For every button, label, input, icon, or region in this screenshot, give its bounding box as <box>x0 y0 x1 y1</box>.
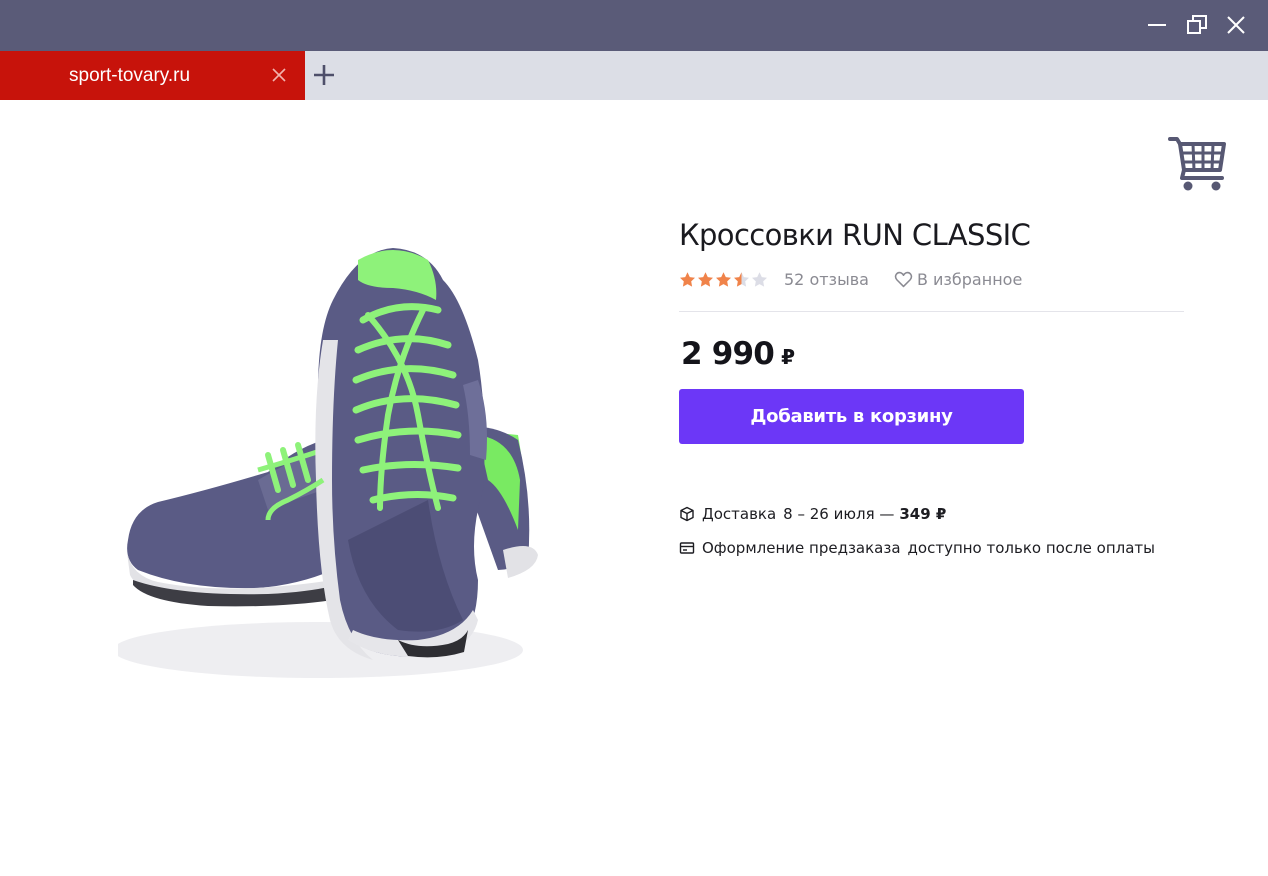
star-icon <box>716 271 731 287</box>
restore-button[interactable] <box>1182 10 1212 40</box>
add-to-cart-button[interactable]: Добавить в корзину <box>679 389 1024 444</box>
delivery-dates: 8 – 26 июля — <box>783 505 895 523</box>
rating-stars <box>679 271 769 288</box>
minimize-button[interactable] <box>1142 10 1172 40</box>
product-image <box>118 248 538 678</box>
add-to-favorites-link[interactable]: В избранное <box>894 270 1022 289</box>
delivery-cost: 349 ₽ <box>899 505 947 523</box>
tab-close-button[interactable] <box>269 65 289 85</box>
price-currency: ₽ <box>781 345 795 369</box>
heart-icon <box>894 271 913 287</box>
new-tab-button[interactable] <box>311 62 337 88</box>
delivery-info: Доставка 8 – 26 июля — 349 ₽ <box>679 503 946 525</box>
restore-icon <box>1187 15 1207 34</box>
star-icon <box>680 271 695 287</box>
rating-row: 52 отзыва В избранное <box>679 268 1022 290</box>
close-window-button[interactable] <box>1221 10 1251 40</box>
product-title: Кроссовки RUN CLASSIC <box>679 218 1031 252</box>
star-icon <box>734 271 749 287</box>
shopping-cart-icon <box>1168 137 1226 191</box>
minimize-icon <box>1148 24 1166 26</box>
reviews-link[interactable]: 52 отзыва <box>784 270 869 289</box>
tab-close-icon <box>272 68 286 82</box>
price-value: 2 990 <box>681 336 775 372</box>
delivery-label: Доставка <box>702 505 777 523</box>
close-icon <box>1227 16 1245 34</box>
tab-sport-tovary[interactable]: sport-tovary.ru <box>0 51 305 100</box>
price: 2 990 ₽ <box>681 336 795 372</box>
preorder-info: Оформление предзаказа доступно только по… <box>679 537 1155 559</box>
browser-window: sport-tovary.ru Кроссовки RUN CLASSIC 52… <box>0 0 1268 876</box>
star-icon <box>698 271 713 287</box>
box-icon <box>680 506 694 522</box>
preorder-note: доступно только после оплаты <box>907 539 1156 557</box>
tab-title: sport-tovary.ru <box>69 65 191 86</box>
card-icon <box>679 542 695 554</box>
preorder-label: Оформление предзаказа <box>702 539 901 557</box>
title-bar <box>0 0 1268 51</box>
plus-icon <box>314 65 334 85</box>
divider <box>679 311 1184 312</box>
cart-button[interactable] <box>1168 136 1228 192</box>
favorites-label: В избранное <box>916 269 1023 289</box>
tab-strip: sport-tovary.ru <box>0 51 1268 100</box>
star-icon <box>752 271 767 287</box>
